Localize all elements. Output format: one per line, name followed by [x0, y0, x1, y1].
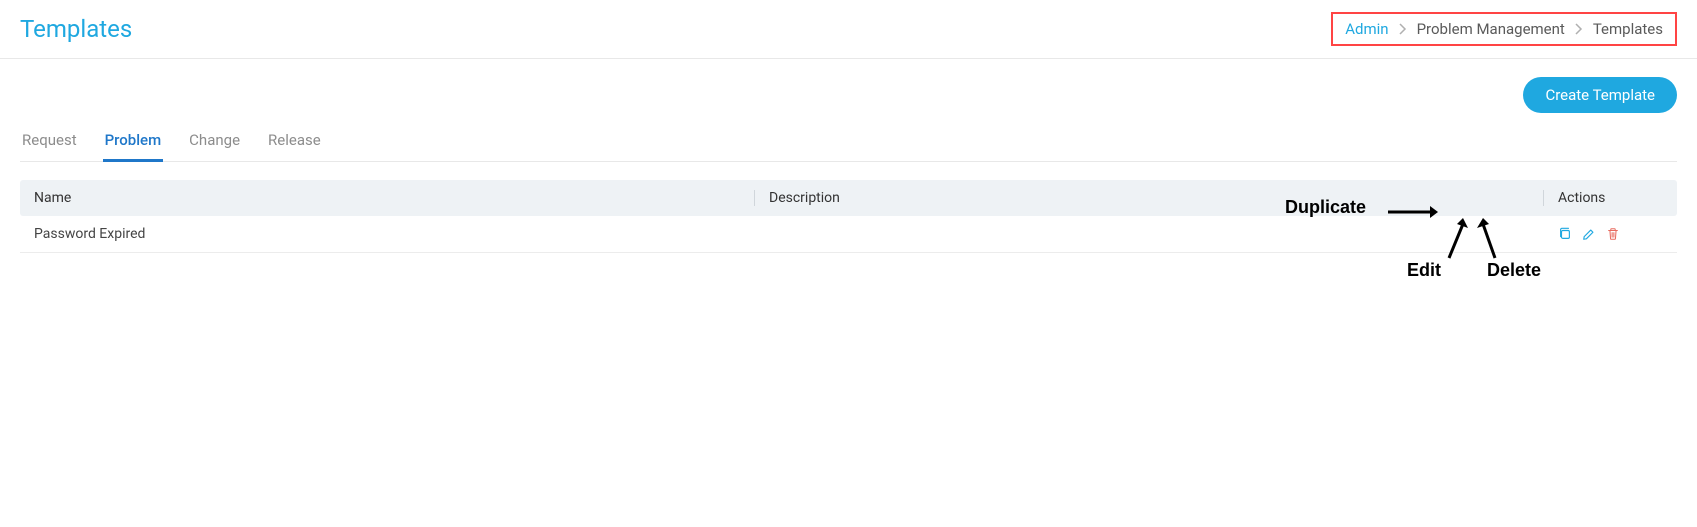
breadcrumb-templates: Templates — [1593, 20, 1663, 38]
annotation-delete-label: Delete — [1487, 260, 1541, 281]
edit-icon[interactable] — [1581, 226, 1597, 242]
arrow-icon — [1445, 218, 1469, 262]
arrow-icon — [1475, 218, 1499, 262]
chevron-right-icon — [1399, 23, 1407, 35]
tab-release[interactable]: Release — [266, 123, 323, 162]
tab-request[interactable]: Request — [20, 123, 79, 162]
breadcrumb-admin[interactable]: Admin — [1345, 20, 1388, 38]
arrow-icon — [1388, 204, 1438, 220]
tab-change[interactable]: Change — [187, 123, 242, 162]
breadcrumb-problem-management: Problem Management — [1417, 20, 1565, 38]
tab-problem[interactable]: Problem — [103, 123, 164, 162]
delete-icon[interactable] — [1605, 226, 1621, 242]
col-header-actions: Actions — [1543, 190, 1663, 206]
cell-name: Password Expired — [34, 226, 754, 242]
template-type-tabs: Request Problem Change Release — [20, 123, 1677, 162]
col-header-name: Name — [34, 190, 754, 206]
breadcrumb: Admin Problem Management Templates — [1331, 12, 1677, 46]
create-template-button[interactable]: Create Template — [1523, 77, 1677, 113]
page-title: Templates — [20, 15, 132, 43]
chevron-right-icon — [1575, 23, 1583, 35]
table-row: Password Expired — [20, 216, 1677, 253]
duplicate-icon[interactable] — [1557, 226, 1573, 242]
annotation-edit-label: Edit — [1407, 260, 1441, 281]
